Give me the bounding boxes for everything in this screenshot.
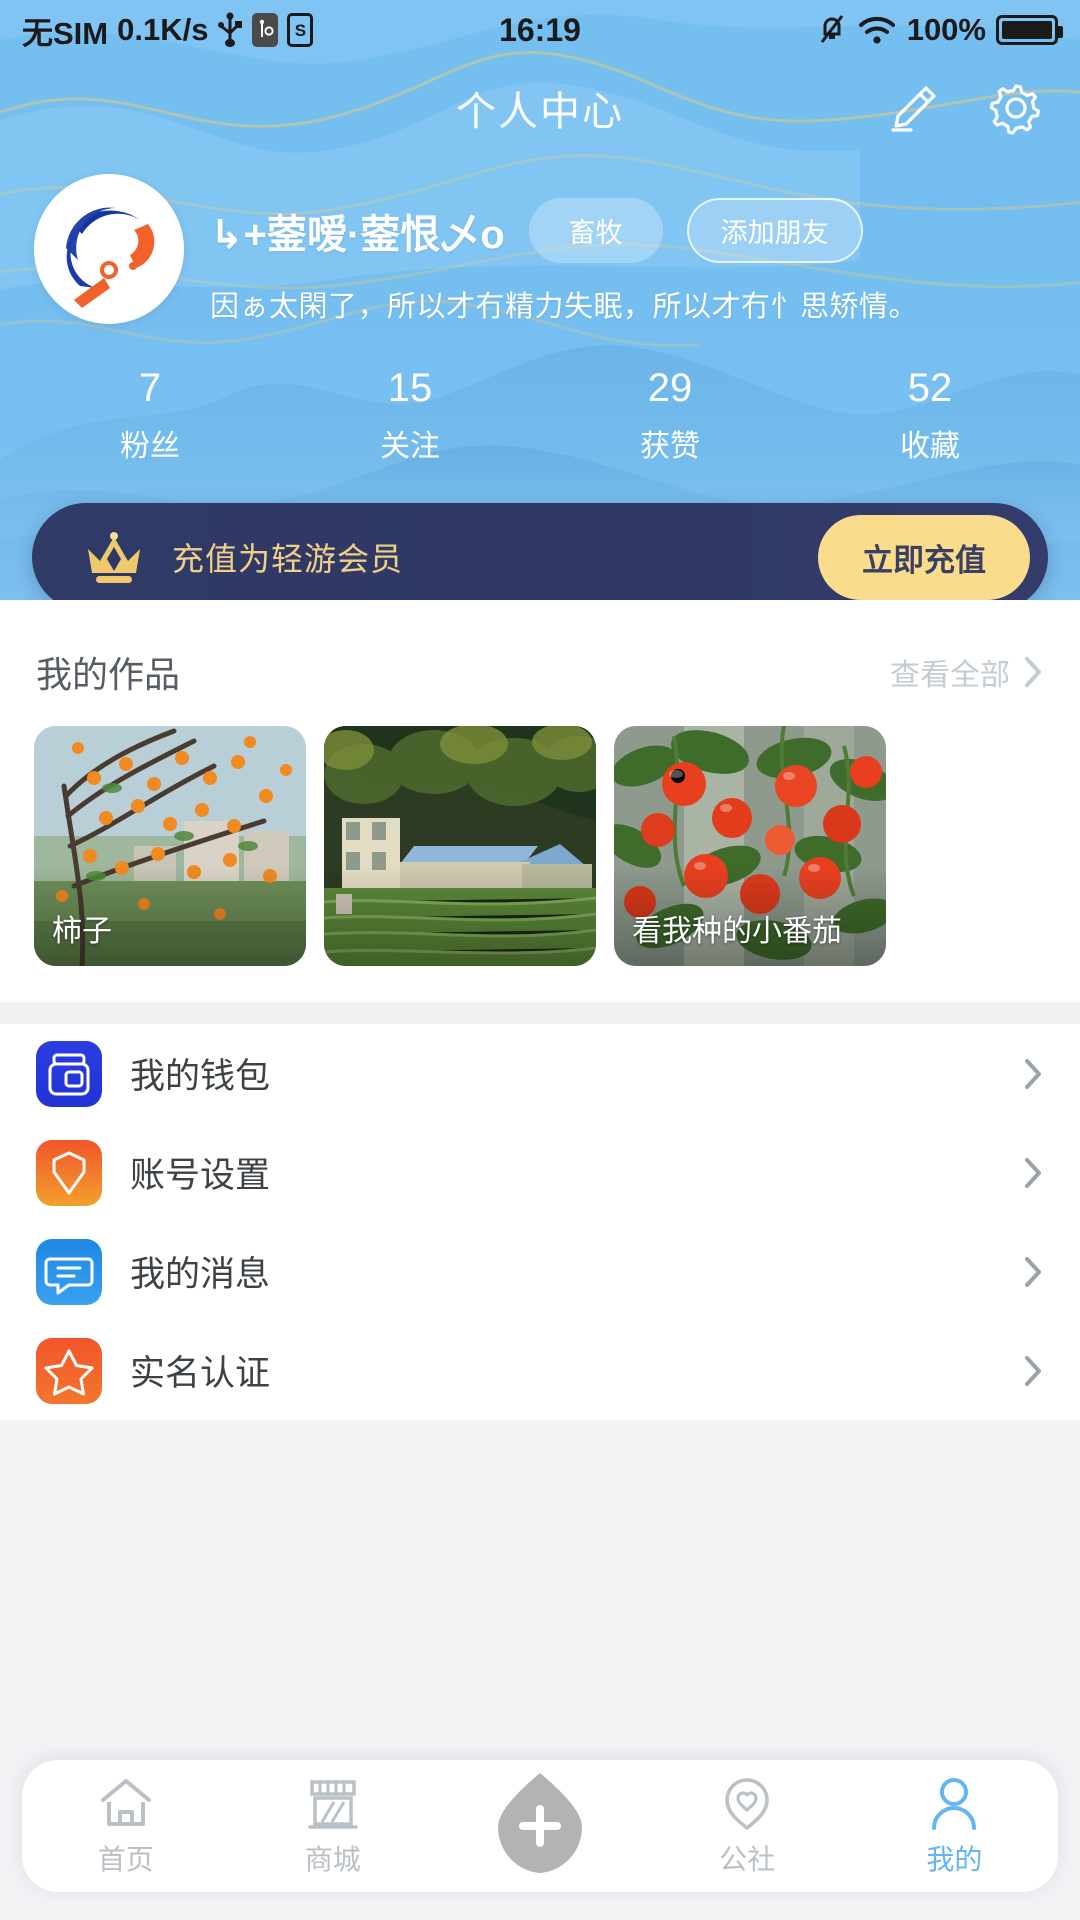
chevron-right-icon xyxy=(1022,655,1044,689)
stat-label: 粉丝 xyxy=(120,430,180,463)
message-icon xyxy=(36,1238,102,1305)
pencil-icon[interactable] xyxy=(884,78,944,138)
stat-value: 29 xyxy=(647,366,693,410)
works-header: 我的作品 查看全部 xyxy=(0,600,1080,726)
gear-icon[interactable] xyxy=(986,78,1046,138)
tab-add[interactable] xyxy=(436,1769,643,1883)
profile-bio: 因ぁ太閑了，所以才冇精力失眠，所以才冇忄思矫情。 xyxy=(210,291,919,323)
sim-s-icon: S xyxy=(287,13,314,47)
tab-label: 首页 xyxy=(97,1844,154,1875)
stat-likes[interactable]: 29 获赞 xyxy=(540,365,800,465)
works-card-list: 柿子 看我种的小番茄 xyxy=(0,726,1080,966)
stat-label: 关注 xyxy=(380,430,440,463)
stat-label: 收藏 xyxy=(900,430,960,463)
shop-icon xyxy=(302,1774,364,1832)
card-shade xyxy=(324,866,596,966)
status-bar: 无SIM 0.1K/s S 16:19 100% xyxy=(0,0,1080,60)
battery-icon xyxy=(996,15,1063,45)
stat-label: 获赞 xyxy=(640,430,700,463)
chevron-right-icon xyxy=(1022,1254,1044,1290)
status-bar-right: 100% xyxy=(817,12,1063,48)
carrier-label: 无SIM xyxy=(22,15,109,51)
add-friend-button[interactable]: 添加朋友 xyxy=(686,198,863,263)
bottom-tab-bar: 首页 商城 公社 我的 xyxy=(22,1760,1058,1892)
stat-following[interactable]: 15 关注 xyxy=(280,365,540,465)
profile-info: ↳+蓥嗳·蓥恨乄o 畜牧 添加朋友 因ぁ太閑了，所以才冇精力失眠，所以才冇忄思矫… xyxy=(184,174,1046,325)
stat-fans[interactable]: 7 粉丝 xyxy=(20,365,280,465)
view-all-label: 查看全部 xyxy=(890,659,1010,692)
menu-item-account-settings[interactable]: 账号设置 xyxy=(0,1123,1080,1222)
chevron-right-icon xyxy=(1022,1056,1044,1092)
tab-mall[interactable]: 商城 xyxy=(229,1774,436,1878)
page-title: 个人中心 xyxy=(456,90,624,134)
vip-banner-wrap: 充值为轻游会员 立即充值 xyxy=(0,503,1080,600)
name-line: ↳+蓥嗳·蓥恨乄o 畜牧 添加朋友 xyxy=(210,198,1046,263)
nav-bar: 个人中心 xyxy=(0,60,1080,156)
recharge-button[interactable]: 立即充值 xyxy=(818,514,1030,600)
works-title: 我的作品 xyxy=(36,654,181,695)
work-card[interactable]: 看我种的小番茄 xyxy=(614,726,886,966)
profile-block: ↳+蓥嗳·蓥恨乄o 畜牧 添加朋友 因ぁ太閑了，所以才冇精力失眠，所以才冇忄思矫… xyxy=(0,156,1080,600)
mute-icon xyxy=(817,12,847,48)
tab-label: 公社 xyxy=(719,1844,776,1875)
status-bar-left: 无SIM 0.1K/s S xyxy=(22,8,314,53)
usb-settings-icon xyxy=(252,13,279,47)
section-divider xyxy=(0,1002,1080,1024)
usb-icon xyxy=(217,12,243,48)
username: ↳+蓥嗳·蓥恨乄o xyxy=(210,212,505,257)
category-tag[interactable]: 畜牧 xyxy=(528,198,663,263)
menu-item-label: 账号设置 xyxy=(130,1156,271,1195)
stat-collections[interactable]: 52 收藏 xyxy=(800,365,1060,465)
crown-icon xyxy=(82,529,146,585)
work-caption: 柿子 xyxy=(52,915,112,948)
vip-banner[interactable]: 充值为轻游会员 立即充值 xyxy=(32,503,1048,600)
menu-item-label: 我的钱包 xyxy=(130,1057,271,1096)
stat-value: 7 xyxy=(138,366,162,410)
tab-mine[interactable]: 我的 xyxy=(851,1774,1058,1878)
menu-item-messages[interactable]: 我的消息 xyxy=(0,1222,1080,1321)
wifi-icon xyxy=(857,14,897,46)
avatar[interactable] xyxy=(34,174,184,324)
work-caption: 看我种的小番茄 xyxy=(632,915,842,948)
chevron-right-icon xyxy=(1022,1353,1044,1389)
nav-actions xyxy=(884,78,1046,138)
tab-commune[interactable]: 公社 xyxy=(644,1774,851,1878)
heart-pin-icon xyxy=(716,1774,778,1832)
plus-icon xyxy=(492,1769,588,1877)
menu-item-label: 实名认证 xyxy=(130,1354,271,1393)
view-all-button[interactable]: 查看全部 xyxy=(890,650,1044,694)
tab-home[interactable]: 首页 xyxy=(22,1774,229,1878)
battery-percent-label: 100% xyxy=(906,12,986,47)
my-works-section: 我的作品 查看全部 柿子 看我种的小番茄 xyxy=(0,600,1080,1002)
person-icon xyxy=(923,1774,985,1832)
menu-list: 我的钱包 账号设置 我的消息 实名认证 xyxy=(0,1024,1080,1420)
network-speed-label: 0.1K/s xyxy=(117,12,209,47)
stat-value: 52 xyxy=(907,366,953,410)
star-icon xyxy=(36,1337,102,1404)
menu-item-realname-verification[interactable]: 实名认证 xyxy=(0,1321,1080,1420)
menu-item-wallet[interactable]: 我的钱包 xyxy=(0,1024,1080,1123)
profile-hero: 无SIM 0.1K/s S 16:19 100% 个人中心 ↳+蓥嗳·蓥恨乄o … xyxy=(0,0,1080,600)
work-card[interactable]: 柿子 xyxy=(34,726,306,966)
stats-row: 7 粉丝 15 关注 29 获赞 52 收藏 xyxy=(0,365,1080,465)
tab-label: 商城 xyxy=(304,1844,361,1875)
tab-label: 我的 xyxy=(926,1844,983,1875)
profile-row: ↳+蓥嗳·蓥恨乄o 畜牧 添加朋友 因ぁ太閑了，所以才冇精力失眠，所以才冇忄思矫… xyxy=(0,174,1080,325)
stat-value: 15 xyxy=(387,366,433,410)
menu-item-label: 我的消息 xyxy=(130,1255,271,1294)
home-icon xyxy=(95,1774,157,1832)
chevron-right-icon xyxy=(1022,1155,1044,1191)
vip-text: 充值为轻游会员 xyxy=(172,541,404,577)
work-card[interactable] xyxy=(324,726,596,966)
diamond-icon xyxy=(36,1139,102,1206)
wallet-icon xyxy=(36,1040,102,1107)
